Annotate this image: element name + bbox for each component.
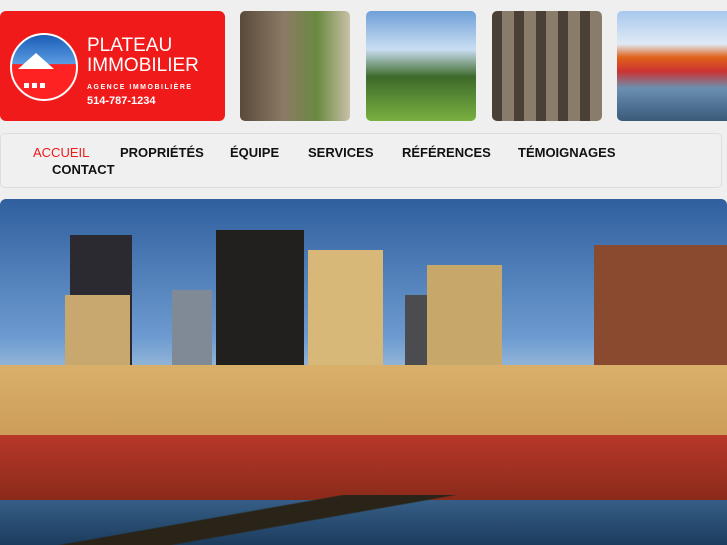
nav-contact[interactable]: CONTACT: [52, 162, 115, 177]
nav-equipe[interactable]: ÉQUIPE: [230, 145, 279, 160]
photo-staircase-street: [240, 11, 350, 121]
logo-name: PLATEAU IMMOBILIER: [87, 35, 199, 76]
hero-montreal-skyline: [0, 199, 727, 545]
house-emblem-icon: [10, 33, 78, 101]
nav-accueil[interactable]: ACCUEIL: [33, 145, 89, 160]
photo-park-trees: [366, 11, 476, 121]
photo-autumn-river: [617, 11, 727, 121]
nav-services[interactable]: SERVICES: [308, 145, 374, 160]
nav-temoignages[interactable]: TÉMOIGNAGES: [518, 145, 616, 160]
nav-references[interactable]: RÉFÉRENCES: [402, 145, 491, 160]
nav-proprietes[interactable]: PROPRIÉTÉS: [120, 145, 204, 160]
photo-stone-building: [492, 11, 602, 121]
logo-tagline: AGENCE IMMOBILIÈRE: [87, 84, 193, 91]
logo[interactable]: PLATEAU IMMOBILIER AGENCE IMMOBILIÈRE 514…: [0, 11, 225, 121]
main-nav: ACCUEIL PROPRIÉTÉS ÉQUIPE SERVICES RÉFÉR…: [0, 133, 722, 188]
logo-phone: 514-787-1234: [87, 95, 156, 107]
